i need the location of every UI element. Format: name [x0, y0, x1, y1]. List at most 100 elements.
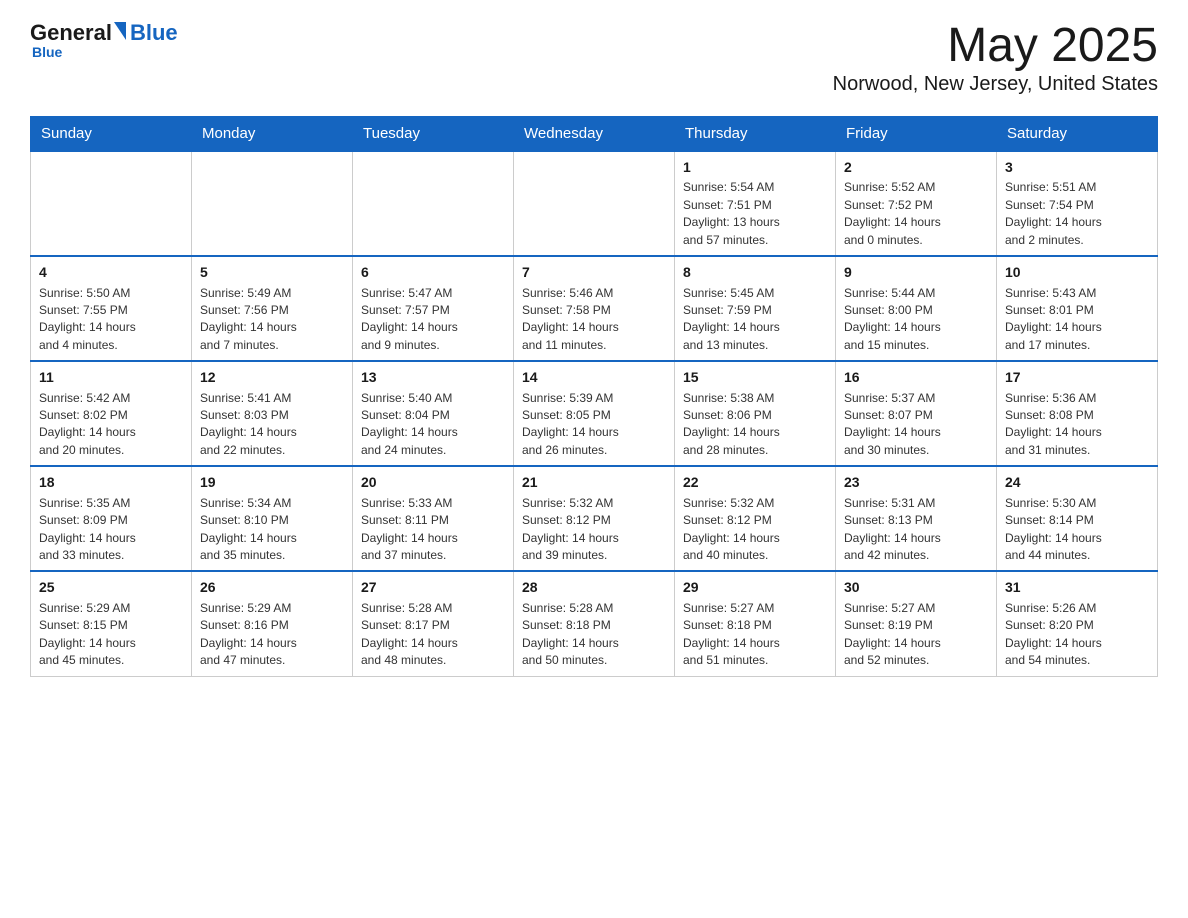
calendar-week-5: 25Sunrise: 5:29 AM Sunset: 8:15 PM Dayli…	[31, 571, 1158, 676]
logo-blue-text: Blue	[130, 20, 178, 46]
calendar-cell-w3-d4: 14Sunrise: 5:39 AM Sunset: 8:05 PM Dayli…	[514, 361, 675, 466]
calendar-cell-w5-d1: 25Sunrise: 5:29 AM Sunset: 8:15 PM Dayli…	[31, 571, 192, 676]
day-number: 17	[1005, 368, 1149, 388]
day-number: 5	[200, 263, 344, 283]
day-info: Sunrise: 5:50 AM Sunset: 7:55 PM Dayligh…	[39, 285, 183, 355]
calendar-cell-w4-d1: 18Sunrise: 5:35 AM Sunset: 8:09 PM Dayli…	[31, 466, 192, 571]
header-tuesday: Tuesday	[353, 116, 514, 151]
day-info: Sunrise: 5:45 AM Sunset: 7:59 PM Dayligh…	[683, 285, 827, 355]
calendar-cell-w3-d7: 17Sunrise: 5:36 AM Sunset: 8:08 PM Dayli…	[997, 361, 1158, 466]
day-number: 2	[844, 158, 988, 178]
day-info: Sunrise: 5:32 AM Sunset: 8:12 PM Dayligh…	[683, 495, 827, 565]
calendar-cell-w2-d6: 9Sunrise: 5:44 AM Sunset: 8:00 PM Daylig…	[836, 256, 997, 361]
calendar-cell-w2-d7: 10Sunrise: 5:43 AM Sunset: 8:01 PM Dayli…	[997, 256, 1158, 361]
calendar-cell-w5-d5: 29Sunrise: 5:27 AM Sunset: 8:18 PM Dayli…	[675, 571, 836, 676]
day-number: 21	[522, 473, 666, 493]
day-info: Sunrise: 5:46 AM Sunset: 7:58 PM Dayligh…	[522, 285, 666, 355]
day-number: 9	[844, 263, 988, 283]
day-number: 25	[39, 578, 183, 598]
day-number: 26	[200, 578, 344, 598]
day-number: 13	[361, 368, 505, 388]
day-info: Sunrise: 5:30 AM Sunset: 8:14 PM Dayligh…	[1005, 495, 1149, 565]
logo-subtitle: Blue	[30, 44, 62, 60]
calendar-cell-w5-d4: 28Sunrise: 5:28 AM Sunset: 8:18 PM Dayli…	[514, 571, 675, 676]
day-info: Sunrise: 5:28 AM Sunset: 8:17 PM Dayligh…	[361, 600, 505, 670]
calendar-cell-w2-d5: 8Sunrise: 5:45 AM Sunset: 7:59 PM Daylig…	[675, 256, 836, 361]
calendar-cell-w3-d5: 15Sunrise: 5:38 AM Sunset: 8:06 PM Dayli…	[675, 361, 836, 466]
day-info: Sunrise: 5:26 AM Sunset: 8:20 PM Dayligh…	[1005, 600, 1149, 670]
page-header: General Blue Blue May 2025 Norwood, New …	[30, 20, 1158, 96]
header-monday: Monday	[192, 116, 353, 151]
day-info: Sunrise: 5:28 AM Sunset: 8:18 PM Dayligh…	[522, 600, 666, 670]
day-number: 29	[683, 578, 827, 598]
calendar-cell-w4-d4: 21Sunrise: 5:32 AM Sunset: 8:12 PM Dayli…	[514, 466, 675, 571]
day-number: 12	[200, 368, 344, 388]
calendar-cell-w5-d3: 27Sunrise: 5:28 AM Sunset: 8:17 PM Dayli…	[353, 571, 514, 676]
day-info: Sunrise: 5:47 AM Sunset: 7:57 PM Dayligh…	[361, 285, 505, 355]
calendar-cell-w4-d2: 19Sunrise: 5:34 AM Sunset: 8:10 PM Dayli…	[192, 466, 353, 571]
day-number: 19	[200, 473, 344, 493]
header-saturday: Saturday	[997, 116, 1158, 151]
calendar-cell-w2-d1: 4Sunrise: 5:50 AM Sunset: 7:55 PM Daylig…	[31, 256, 192, 361]
calendar-cell-w3-d3: 13Sunrise: 5:40 AM Sunset: 8:04 PM Dayli…	[353, 361, 514, 466]
day-number: 16	[844, 368, 988, 388]
day-number: 1	[683, 158, 827, 178]
calendar-week-4: 18Sunrise: 5:35 AM Sunset: 8:09 PM Dayli…	[31, 466, 1158, 571]
day-number: 3	[1005, 158, 1149, 178]
calendar-cell-w1-d4	[514, 151, 675, 256]
day-number: 20	[361, 473, 505, 493]
calendar-cell-w1-d7: 3Sunrise: 5:51 AM Sunset: 7:54 PM Daylig…	[997, 151, 1158, 256]
day-number: 23	[844, 473, 988, 493]
day-info: Sunrise: 5:31 AM Sunset: 8:13 PM Dayligh…	[844, 495, 988, 565]
calendar-cell-w5-d6: 30Sunrise: 5:27 AM Sunset: 8:19 PM Dayli…	[836, 571, 997, 676]
day-info: Sunrise: 5:33 AM Sunset: 8:11 PM Dayligh…	[361, 495, 505, 565]
calendar-cell-w1-d5: 1Sunrise: 5:54 AM Sunset: 7:51 PM Daylig…	[675, 151, 836, 256]
day-info: Sunrise: 5:43 AM Sunset: 8:01 PM Dayligh…	[1005, 285, 1149, 355]
day-number: 14	[522, 368, 666, 388]
day-number: 10	[1005, 263, 1149, 283]
calendar-week-3: 11Sunrise: 5:42 AM Sunset: 8:02 PM Dayli…	[31, 361, 1158, 466]
calendar-cell-w3-d6: 16Sunrise: 5:37 AM Sunset: 8:07 PM Dayli…	[836, 361, 997, 466]
header-sunday: Sunday	[31, 116, 192, 151]
location-subtitle: Norwood, New Jersey, United States	[833, 73, 1158, 96]
calendar-cell-w4-d5: 22Sunrise: 5:32 AM Sunset: 8:12 PM Dayli…	[675, 466, 836, 571]
day-number: 7	[522, 263, 666, 283]
calendar-header-row: Sunday Monday Tuesday Wednesday Thursday…	[31, 116, 1158, 151]
day-info: Sunrise: 5:39 AM Sunset: 8:05 PM Dayligh…	[522, 390, 666, 460]
calendar-cell-w1-d3	[353, 151, 514, 256]
calendar-cell-w4-d6: 23Sunrise: 5:31 AM Sunset: 8:13 PM Dayli…	[836, 466, 997, 571]
calendar-cell-w2-d4: 7Sunrise: 5:46 AM Sunset: 7:58 PM Daylig…	[514, 256, 675, 361]
day-info: Sunrise: 5:51 AM Sunset: 7:54 PM Dayligh…	[1005, 179, 1149, 249]
day-info: Sunrise: 5:54 AM Sunset: 7:51 PM Dayligh…	[683, 179, 827, 249]
day-info: Sunrise: 5:34 AM Sunset: 8:10 PM Dayligh…	[200, 495, 344, 565]
logo: General Blue Blue	[30, 20, 178, 60]
calendar-cell-w3-d1: 11Sunrise: 5:42 AM Sunset: 8:02 PM Dayli…	[31, 361, 192, 466]
day-number: 30	[844, 578, 988, 598]
day-info: Sunrise: 5:27 AM Sunset: 8:19 PM Dayligh…	[844, 600, 988, 670]
day-number: 31	[1005, 578, 1149, 598]
day-info: Sunrise: 5:40 AM Sunset: 8:04 PM Dayligh…	[361, 390, 505, 460]
calendar-cell-w3-d2: 12Sunrise: 5:41 AM Sunset: 8:03 PM Dayli…	[192, 361, 353, 466]
day-info: Sunrise: 5:49 AM Sunset: 7:56 PM Dayligh…	[200, 285, 344, 355]
month-title: May 2025	[833, 20, 1158, 73]
calendar-cell-w4-d3: 20Sunrise: 5:33 AM Sunset: 8:11 PM Dayli…	[353, 466, 514, 571]
calendar-cell-w5-d7: 31Sunrise: 5:26 AM Sunset: 8:20 PM Dayli…	[997, 571, 1158, 676]
calendar-cell-w5-d2: 26Sunrise: 5:29 AM Sunset: 8:16 PM Dayli…	[192, 571, 353, 676]
day-number: 18	[39, 473, 183, 493]
calendar-cell-w1-d6: 2Sunrise: 5:52 AM Sunset: 7:52 PM Daylig…	[836, 151, 997, 256]
header-friday: Friday	[836, 116, 997, 151]
day-info: Sunrise: 5:44 AM Sunset: 8:00 PM Dayligh…	[844, 285, 988, 355]
logo-general-text: General	[30, 20, 112, 46]
day-number: 24	[1005, 473, 1149, 493]
calendar-week-1: 1Sunrise: 5:54 AM Sunset: 7:51 PM Daylig…	[31, 151, 1158, 256]
calendar-cell-w2-d3: 6Sunrise: 5:47 AM Sunset: 7:57 PM Daylig…	[353, 256, 514, 361]
title-section: May 2025 Norwood, New Jersey, United Sta…	[833, 20, 1158, 96]
calendar-cell-w1-d1	[31, 151, 192, 256]
day-number: 22	[683, 473, 827, 493]
day-info: Sunrise: 5:35 AM Sunset: 8:09 PM Dayligh…	[39, 495, 183, 565]
day-info: Sunrise: 5:32 AM Sunset: 8:12 PM Dayligh…	[522, 495, 666, 565]
day-number: 15	[683, 368, 827, 388]
calendar-cell-w4-d7: 24Sunrise: 5:30 AM Sunset: 8:14 PM Dayli…	[997, 466, 1158, 571]
day-info: Sunrise: 5:41 AM Sunset: 8:03 PM Dayligh…	[200, 390, 344, 460]
day-number: 11	[39, 368, 183, 388]
